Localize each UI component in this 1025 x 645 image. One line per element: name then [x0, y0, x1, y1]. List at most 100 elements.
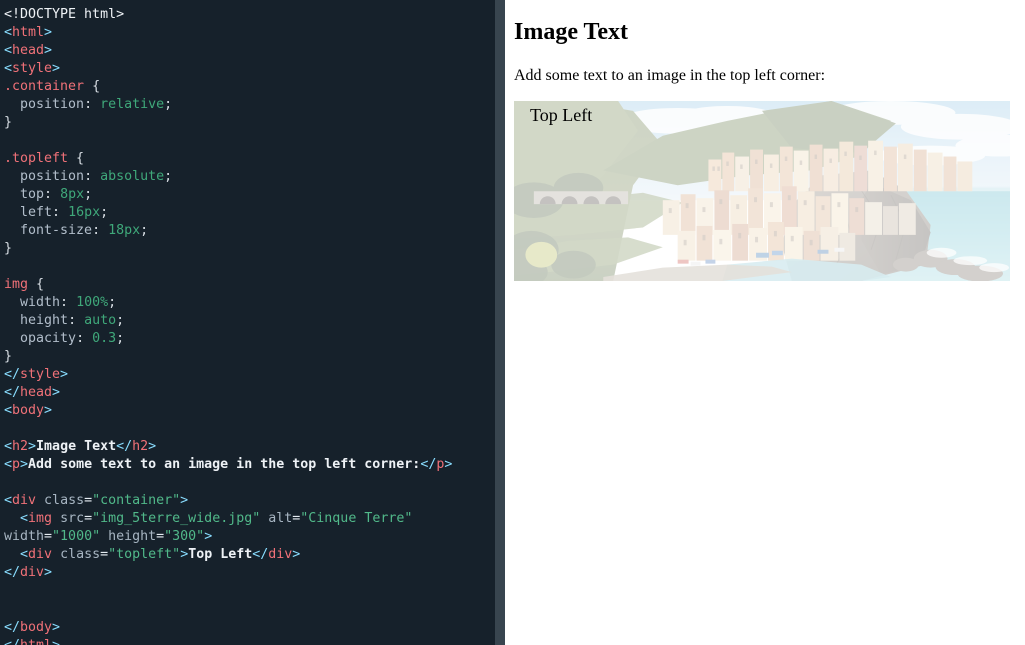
code-editor-scroll-area[interactable]: <!DOCTYPE html> <html> <head> <style> .c…: [0, 0, 505, 645]
code-token: =: [156, 529, 165, 545]
code-token: h2: [12, 439, 29, 455]
code-token: >: [52, 385, 61, 401]
code-line: <p>Add some text to an image in the top …: [4, 457, 452, 472]
code-token: </: [4, 367, 21, 383]
code-token: ;: [164, 97, 173, 113]
code-token: ;: [116, 331, 125, 347]
code-token: head: [20, 385, 53, 401]
code-line: <style>: [4, 61, 60, 76]
code-token: >: [28, 439, 37, 455]
code-token: {: [28, 277, 45, 293]
code-token: .container: [4, 79, 85, 95]
code-token: >: [60, 367, 69, 383]
code-token: ;: [84, 187, 93, 203]
code-token: width: [20, 295, 61, 311]
code-token: ;: [164, 169, 173, 185]
code-token: height: [20, 313, 69, 329]
code-line: height: auto;: [4, 313, 124, 328]
code-token: style: [12, 61, 53, 77]
cinque-terre-photo: [514, 100, 1010, 281]
code-token: :: [68, 313, 85, 329]
split-view-layout: <!DOCTYPE html> <html> <head> <style> .c…: [0, 0, 1025, 645]
code-line: </html>: [4, 638, 60, 645]
code-token: <: [4, 439, 13, 455]
code-token: 18px: [108, 223, 141, 239]
code-token: position: [20, 97, 85, 113]
code-line: </head>: [4, 385, 60, 400]
code-line: <head>: [4, 43, 52, 58]
code-token: img: [4, 277, 29, 293]
code-token: div: [28, 547, 53, 563]
code-line: opacity: 0.3;: [4, 331, 124, 346]
code-token: <!DOCTYPE html>: [4, 7, 125, 22]
code-token: div: [268, 547, 293, 563]
code-token: >: [204, 529, 213, 545]
code-token: font-size: [20, 223, 93, 239]
code-token: alt: [260, 511, 293, 527]
page-paragraph: Add some text to an image in the top lef…: [514, 66, 826, 84]
code-token: >: [44, 565, 53, 581]
code-token: </: [4, 565, 21, 581]
code-token: :: [84, 169, 101, 185]
code-token: }: [4, 349, 13, 365]
code-token: :: [76, 331, 93, 347]
code-token: relative: [100, 97, 165, 113]
code-token: </: [4, 619, 21, 635]
code-line: left: 16px;: [4, 205, 108, 220]
result-document-body: Image Text Add some text to an image in …: [505, 19, 1025, 281]
code-line: <body>: [4, 403, 52, 418]
code-token: >: [52, 61, 61, 77]
code-token: absolute: [100, 169, 165, 185]
code-token: 8px: [60, 187, 85, 203]
code-token: >: [180, 493, 189, 509]
code-line: .container {: [4, 79, 100, 94]
code-line: <img src="img_5terre_wide.jpg" alt="Cinq…: [4, 511, 420, 544]
code-line: position: absolute;: [4, 169, 172, 184]
code-token: position: [20, 169, 85, 185]
code-token: =: [44, 529, 53, 545]
image-overlay-text: Top Left: [530, 104, 593, 125]
code-line: width: 100%;: [4, 295, 116, 310]
code-token: body: [12, 403, 45, 419]
code-token: >: [52, 638, 60, 645]
code-token: ;: [108, 295, 117, 311]
code-token: Top Left: [188, 547, 253, 563]
code-token: >: [180, 547, 189, 563]
code-token: </: [252, 547, 269, 563]
code-line: font-size: 18px;: [4, 223, 148, 238]
code-token: </: [4, 385, 21, 401]
code-line: <!DOCTYPE html>: [4, 7, 124, 22]
code-token: "topleft": [108, 547, 181, 563]
editor-scrollbar-thumb[interactable]: [495, 0, 505, 645]
code-token: <: [20, 511, 29, 527]
code-token: img: [28, 511, 53, 527]
code-token: :: [60, 295, 77, 311]
code-token: =: [84, 511, 93, 527]
code-line: .topleft {: [4, 151, 84, 166]
code-token: "300": [164, 529, 205, 545]
code-token: <: [4, 43, 13, 59]
code-token: <: [20, 547, 29, 563]
html-source-code[interactable]: <!DOCTYPE html> <html> <head> <style> .c…: [0, 6, 505, 645]
code-token: "img_5terre_wide.jpg": [92, 511, 261, 527]
code-line: <h2>Image Text</h2>: [4, 439, 156, 454]
code-token: <: [4, 61, 13, 77]
code-token: style: [20, 367, 61, 383]
code-token: =: [84, 493, 93, 509]
code-token: <: [4, 403, 13, 419]
code-token: ;: [100, 205, 109, 221]
code-line: </style>: [4, 367, 68, 382]
code-editor-pane[interactable]: <!DOCTYPE html> <html> <head> <style> .c…: [0, 0, 505, 645]
code-token: </: [420, 457, 437, 473]
code-token: :: [52, 205, 69, 221]
editor-vertical-scrollbar[interactable]: [495, 0, 505, 645]
code-line: }: [4, 349, 12, 364]
code-line: </body>: [4, 620, 60, 635]
code-token: :: [92, 223, 109, 239]
code-token: div: [12, 493, 37, 509]
